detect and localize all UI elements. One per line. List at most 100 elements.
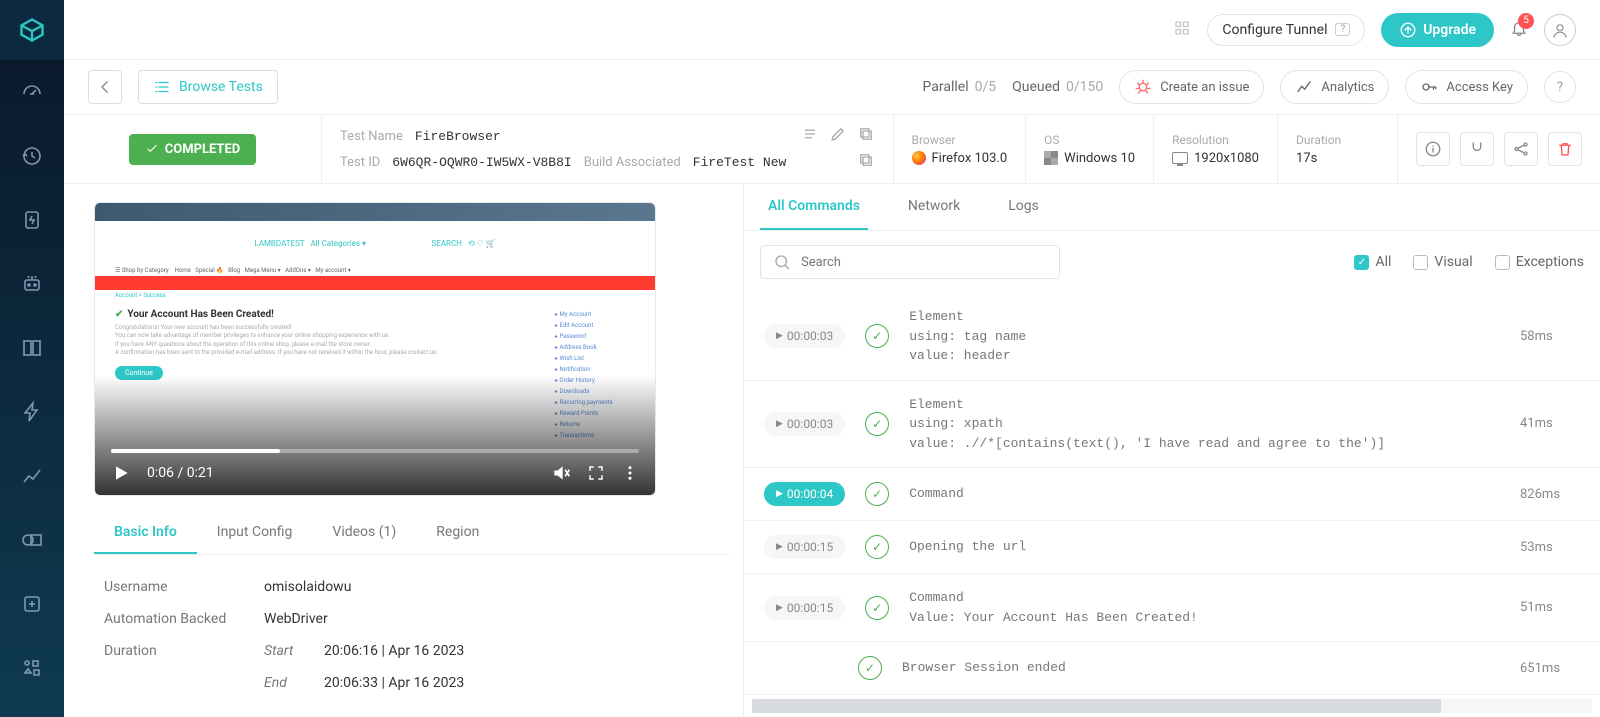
mute-icon[interactable] xyxy=(551,463,571,483)
windows-icon xyxy=(1044,151,1058,165)
cmd-tab-2[interactable]: Logs xyxy=(1000,184,1047,230)
success-icon: ✓ xyxy=(858,656,882,680)
monitor-icon xyxy=(1172,152,1188,164)
access-key-button[interactable]: Access Key xyxy=(1405,70,1528,104)
build-value: FireTest New xyxy=(693,155,787,170)
filter-visual[interactable]: Visual xyxy=(1413,254,1472,270)
timestamp-chip[interactable]: ▶00:00:15 xyxy=(764,535,845,559)
upgrade-label: Upgrade xyxy=(1423,22,1476,38)
command-row[interactable]: ▶00:00:15 ✓ Command Value: Your Account … xyxy=(744,574,1600,642)
cmd-tab-1[interactable]: Network xyxy=(900,184,968,230)
command-duration: 651ms xyxy=(1520,661,1580,676)
timestamp-chip[interactable]: ▶00:00:03 xyxy=(764,324,845,348)
topbar: Configure Tunnel ? Upgrade 5 xyxy=(64,0,1600,60)
user-icon xyxy=(1551,21,1569,39)
fullscreen-button[interactable] xyxy=(1460,132,1494,166)
video-progress[interactable] xyxy=(111,449,639,453)
success-icon: ✓ xyxy=(865,412,889,436)
test-id-value: 6W6QR-OQWR0-IW5WX-V8B8I xyxy=(392,155,571,170)
filter-exceptions[interactable]: Exceptions xyxy=(1495,254,1584,270)
test-name-label: Test Name xyxy=(340,129,403,144)
video-player[interactable]: LAMBDATEST All Categories ▾ SEARCH ⟲ ♡ 🛒… xyxy=(94,202,656,496)
share-button[interactable] xyxy=(1504,132,1538,166)
timestamp-chip[interactable]: ▶00:00:04 xyxy=(764,482,845,506)
info-tabs: Basic InfoInput ConfigVideos (1)Region xyxy=(94,512,729,555)
bug-icon xyxy=(1134,78,1152,96)
dashboard-icon[interactable] xyxy=(0,60,64,124)
info-tab-1[interactable]: Input Config xyxy=(197,512,313,554)
battery-icon[interactable] xyxy=(0,188,64,252)
access-key-label: Access Key xyxy=(1446,80,1513,95)
analytics-label: Analytics xyxy=(1321,80,1374,95)
chart-icon[interactable] xyxy=(0,444,64,508)
delete-button[interactable] xyxy=(1548,132,1582,166)
command-duration: 51ms xyxy=(1520,600,1580,615)
command-row[interactable]: ▶00:00:04 ✓ Command 826ms xyxy=(744,468,1600,521)
cmd-tab-0[interactable]: All Commands xyxy=(760,184,868,230)
timestamp-chip[interactable]: ▶00:00:03 xyxy=(764,412,845,436)
create-issue-button[interactable]: Create an issue xyxy=(1119,70,1264,104)
logo[interactable] xyxy=(0,0,64,60)
command-duration: 41ms xyxy=(1520,416,1580,431)
fullscreen-icon[interactable] xyxy=(587,464,605,482)
browse-tests-button[interactable]: Browse Tests xyxy=(138,70,278,104)
command-text: Command xyxy=(909,484,1500,504)
analytics-icon xyxy=(1295,78,1313,96)
shape-icon[interactable] xyxy=(0,508,64,572)
info-tab-2[interactable]: Videos (1) xyxy=(312,512,416,554)
help-button[interactable]: ? xyxy=(1544,71,1576,103)
bolt-icon[interactable] xyxy=(0,380,64,444)
copy-id-icon[interactable] xyxy=(857,151,875,173)
command-duration: 826ms xyxy=(1520,487,1580,502)
apps-icon[interactable] xyxy=(0,636,64,700)
success-icon: ✓ xyxy=(865,596,889,620)
browser-value: Firefox 103.0 xyxy=(912,151,1008,166)
video-time: 0:06 / 0:21 xyxy=(147,465,214,481)
robot-icon[interactable] xyxy=(0,252,64,316)
horizontal-scrollbar[interactable] xyxy=(752,699,1592,713)
queued-stat: Queued0/150 xyxy=(1012,79,1103,95)
play-icon[interactable] xyxy=(111,463,131,483)
grid-icon[interactable] xyxy=(1173,19,1191,41)
basic-info-panel: Usernameomisolaidowu Automation BackedWe… xyxy=(94,555,729,717)
search-input[interactable] xyxy=(760,245,1060,279)
list-icon[interactable] xyxy=(801,125,819,147)
left-rail xyxy=(0,0,64,717)
avatar[interactable] xyxy=(1544,14,1576,46)
command-row[interactable]: ✓ Browser Session ended 651ms xyxy=(744,642,1600,695)
more-icon[interactable] xyxy=(621,464,639,482)
back-button[interactable] xyxy=(88,70,122,104)
copy-icon[interactable] xyxy=(857,125,875,147)
command-row[interactable]: ▶00:00:15 ✓ Opening the url 53ms xyxy=(744,521,1600,574)
firefox-icon xyxy=(912,151,926,165)
upgrade-button[interactable]: Upgrade xyxy=(1381,13,1494,47)
info-tab-0[interactable]: Basic Info xyxy=(94,512,197,554)
success-icon: ✓ xyxy=(865,535,889,559)
toolbar: Browse Tests Parallel0/5 Queued0/150 Cre… xyxy=(64,60,1600,115)
command-text: Element using: xpath value: .//*[contain… xyxy=(909,395,1500,454)
right-pane: All Commands Network Logs ✓All Visual Exce… xyxy=(744,184,1600,717)
analytics-button[interactable]: Analytics xyxy=(1280,70,1389,104)
info-button[interactable] xyxy=(1416,132,1450,166)
history-icon[interactable] xyxy=(0,124,64,188)
create-issue-label: Create an issue xyxy=(1160,80,1249,95)
check-icon xyxy=(145,142,159,156)
command-text: Browser Session ended xyxy=(902,658,1500,678)
timestamp-chip[interactable]: ▶00:00:15 xyxy=(764,596,845,620)
compare-icon[interactable] xyxy=(0,316,64,380)
command-row[interactable]: ▶00:00:03 ✓ Element using: tag name valu… xyxy=(744,293,1600,381)
key-icon xyxy=(1420,78,1438,96)
command-tabs: All Commands Network Logs xyxy=(744,184,1600,231)
notification-count: 5 xyxy=(1518,13,1534,29)
configure-tunnel-button[interactable]: Configure Tunnel ? xyxy=(1207,14,1365,46)
info-tab-3[interactable]: Region xyxy=(416,512,499,554)
detail-header: COMPLETED Test Name FireBrowser Test ID xyxy=(64,115,1600,184)
browse-tests-label: Browse Tests xyxy=(179,79,263,95)
left-pane: LAMBDATEST All Categories ▾ SEARCH ⟲ ♡ 🛒… xyxy=(64,184,744,717)
add-icon[interactable] xyxy=(0,572,64,636)
os-value: Windows 10 xyxy=(1044,151,1135,166)
filter-all[interactable]: ✓All xyxy=(1354,254,1391,270)
notifications-button[interactable]: 5 xyxy=(1510,19,1528,41)
command-row[interactable]: ▶00:00:03 ✓ Element using: xpath value: … xyxy=(744,381,1600,469)
edit-icon[interactable] xyxy=(829,125,847,147)
